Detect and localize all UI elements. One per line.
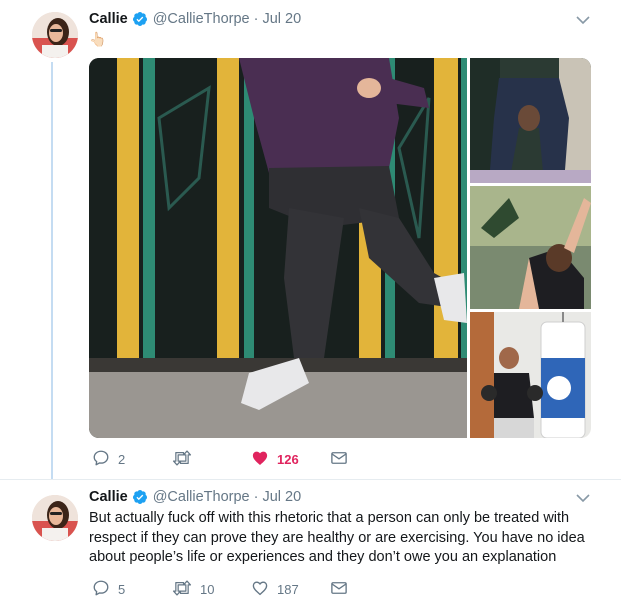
dm-button[interactable] — [330, 449, 348, 469]
retweet-button[interactable]: 10 — [172, 579, 214, 599]
chevron-down-icon[interactable] — [575, 12, 591, 28]
retweet-count: 10 — [200, 581, 215, 597]
like-count: 126 — [277, 451, 299, 467]
avatar[interactable] — [32, 12, 78, 58]
reply-icon — [92, 579, 110, 600]
heart-outline-icon — [251, 579, 269, 600]
thread-connector-line — [51, 62, 53, 479]
reply-count: 5 — [118, 581, 126, 597]
envelope-icon — [330, 449, 348, 470]
verified-badge-icon — [132, 489, 148, 505]
chevron-down-icon[interactable] — [575, 490, 591, 506]
media-grid — [89, 58, 591, 438]
timestamp[interactable]: Jul 20 — [262, 489, 301, 505]
heart-filled-icon — [251, 449, 269, 470]
like-button[interactable]: 187 — [251, 579, 299, 599]
display-name[interactable]: Callie — [89, 489, 128, 505]
retweet-icon — [172, 449, 192, 470]
tweet-emoji: 👆🏻 — [89, 30, 107, 47]
verified-badge-icon — [132, 11, 148, 27]
reply-button[interactable]: 5 — [92, 579, 125, 599]
like-button[interactable]: 126 — [251, 449, 299, 469]
tweet-divider — [0, 479, 621, 480]
tweet-header: Callie @CallieThorpe · Jul 20 — [89, 9, 301, 29]
timestamp[interactable]: Jul 20 — [262, 11, 301, 27]
tweet[interactable]: Callie @CallieThorpe · Jul 20 👆🏻 2 126 — [0, 0, 621, 480]
reply-count: 2 — [118, 451, 126, 467]
media-image-reach[interactable] — [470, 186, 591, 309]
tweet-text: But actually fuck off with this rhetoric… — [89, 510, 585, 565]
dm-button[interactable] — [330, 579, 348, 599]
retweet-button[interactable] — [172, 449, 200, 469]
reply-button[interactable]: 2 — [92, 449, 125, 469]
display-name[interactable]: Callie — [89, 11, 128, 27]
handle[interactable]: @CallieThorpe — [153, 489, 250, 505]
reply-icon — [92, 449, 110, 470]
avatar[interactable] — [32, 495, 78, 541]
tweet[interactable]: Callie @CallieThorpe · Jul 20 But actual… — [0, 481, 621, 605]
handle[interactable]: @CallieThorpe — [153, 11, 250, 27]
separator-dot: · — [253, 489, 259, 505]
tweet-header: Callie @CallieThorpe · Jul 20 — [89, 487, 301, 507]
media-image-stretch[interactable] — [470, 58, 591, 183]
media-image-main[interactable] — [89, 58, 467, 438]
like-count: 187 — [277, 581, 299, 597]
media-image-boxing[interactable] — [470, 312, 591, 438]
envelope-icon — [330, 579, 348, 600]
retweet-icon — [172, 579, 192, 600]
separator-dot: · — [253, 11, 259, 27]
